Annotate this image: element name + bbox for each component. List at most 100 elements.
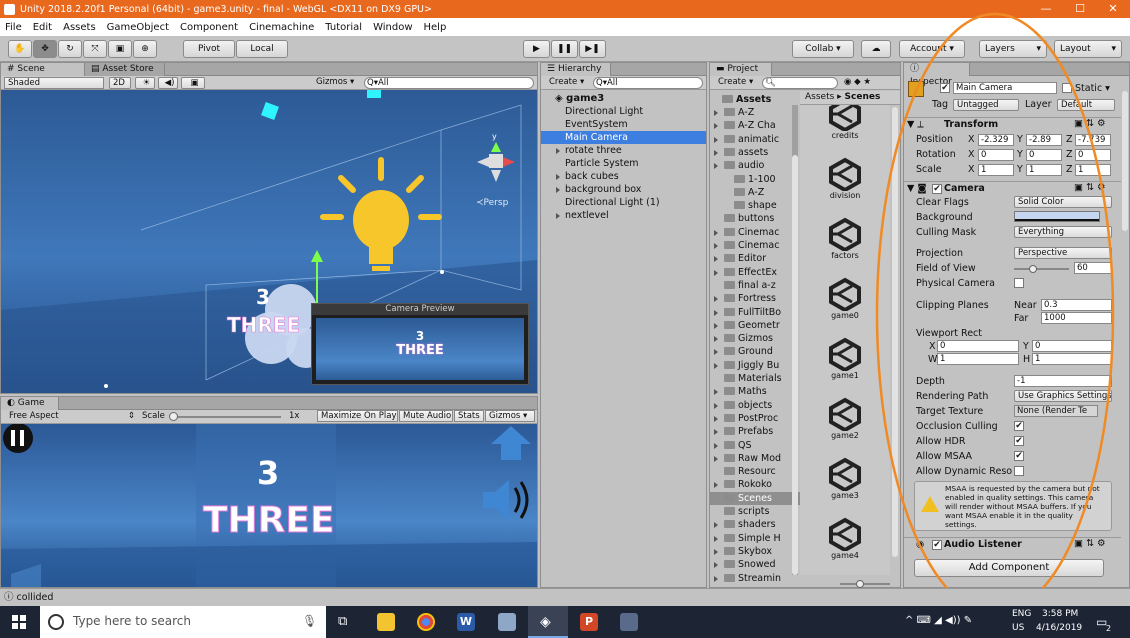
folder-tree-item[interactable]: Cinemac bbox=[710, 226, 800, 239]
foldout-arrow-icon[interactable] bbox=[714, 442, 718, 449]
axis-label-z[interactable]: Z bbox=[1066, 149, 1073, 160]
game-viewport[interactable]: 3 THREE bbox=[1, 424, 537, 587]
pause-button[interactable]: ❚❚ bbox=[551, 40, 578, 58]
foldout-arrow-icon[interactable] bbox=[714, 562, 718, 569]
occlusion-culling-checkbox[interactable]: ✔ bbox=[1014, 421, 1024, 431]
hand-tool-button[interactable]: ✋ bbox=[8, 40, 32, 58]
folder-tree-item[interactable]: Snowed bbox=[710, 558, 800, 571]
folder-tree-item[interactable]: Rokoko bbox=[710, 478, 800, 491]
menu-component[interactable]: Component bbox=[180, 22, 238, 33]
scene-asset[interactable]: game0 bbox=[800, 273, 890, 331]
cloud-button[interactable]: ☁ bbox=[861, 40, 891, 58]
folder-tree-item[interactable]: buttons bbox=[710, 212, 800, 225]
hierarchy-item[interactable]: back cubes bbox=[541, 170, 706, 183]
word-icon[interactable]: W bbox=[457, 613, 475, 631]
hierarchy-item[interactable]: Directional Light (1) bbox=[541, 196, 706, 209]
folder-tree-item[interactable]: Ground bbox=[710, 345, 800, 358]
local-toggle[interactable]: Local bbox=[236, 40, 288, 58]
axis-label-y[interactable]: Y bbox=[1017, 164, 1023, 175]
folder-tree-item[interactable]: audio bbox=[710, 159, 800, 172]
scene-asset[interactable]: credits bbox=[800, 105, 890, 151]
scene-asset[interactable]: division bbox=[800, 153, 890, 211]
foldout-arrow-icon[interactable] bbox=[714, 522, 718, 529]
transform-foldout[interactable]: ▼ ⟂ bbox=[907, 119, 924, 130]
layout-dropdown[interactable]: Layout ▾ bbox=[1054, 40, 1122, 58]
chrome-icon[interactable] bbox=[417, 613, 435, 631]
clock-date[interactable]: 4/16/2019 bbox=[1036, 623, 1082, 633]
project-filter-icons[interactable]: ◉ ◆ ★ bbox=[844, 77, 871, 87]
icon-size-slider[interactable] bbox=[840, 580, 890, 588]
audio-listener-checkbox[interactable]: ✔ bbox=[932, 540, 942, 550]
status-message[interactable]: collided bbox=[17, 592, 54, 603]
microphone-icon[interactable]: 🎙︎ bbox=[302, 614, 317, 628]
asset-scrollbar[interactable] bbox=[892, 107, 898, 557]
foldout-arrow-icon[interactable] bbox=[714, 429, 718, 436]
project-create-button[interactable]: Create ▾ bbox=[718, 77, 753, 87]
2d-toggle[interactable]: 2D bbox=[109, 77, 131, 89]
rendering-path-dropdown[interactable]: Use Graphics Settings bbox=[1014, 390, 1112, 402]
hierarchy-item[interactable]: nextlevel bbox=[541, 209, 706, 222]
foldout-arrow-icon[interactable] bbox=[714, 402, 718, 409]
stats-toggle[interactable]: Stats bbox=[454, 410, 484, 422]
folder-tree-item[interactable]: Streamin bbox=[710, 572, 800, 585]
foldout-arrow-icon[interactable] bbox=[556, 213, 560, 219]
fov-slider[interactable] bbox=[1014, 265, 1069, 273]
hierarchy-item[interactable]: background box bbox=[541, 183, 706, 196]
near-input[interactable]: 0.3 bbox=[1041, 299, 1112, 311]
axis-label-x[interactable]: X bbox=[968, 149, 975, 160]
folder-tree-item[interactable]: Geometr bbox=[710, 319, 800, 332]
play-button[interactable]: ▶ bbox=[523, 40, 550, 58]
transform-tool-button[interactable]: ⊕ bbox=[133, 40, 157, 58]
axis-label-z[interactable]: Z bbox=[1066, 134, 1073, 145]
foldout-arrow-icon[interactable] bbox=[714, 309, 718, 316]
audio-listener-menu-icons[interactable]: ▣ ⇅ ⚙ bbox=[1074, 538, 1106, 549]
axis-label-z[interactable]: Z bbox=[1066, 164, 1073, 175]
pause-overlay-button[interactable] bbox=[3, 424, 33, 453]
projection-dropdown[interactable]: Perspective bbox=[1014, 247, 1112, 259]
foldout-arrow-icon[interactable] bbox=[714, 575, 718, 582]
foldout-arrow-icon[interactable] bbox=[714, 362, 718, 369]
allow-hdr-checkbox[interactable]: ✔ bbox=[1014, 436, 1024, 446]
folder-tree-item[interactable]: Maths bbox=[710, 385, 800, 398]
transform-z-input[interactable]: 1 bbox=[1075, 164, 1111, 176]
folder-tree-item[interactable]: Scenes bbox=[710, 491, 800, 505]
gameobject-active-checkbox[interactable]: ✔ bbox=[940, 83, 950, 93]
clock-time[interactable]: 3:58 PM bbox=[1042, 609, 1078, 619]
transform-x-input[interactable]: -2.329 bbox=[978, 134, 1014, 146]
scene-asset[interactable]: game1 bbox=[800, 333, 890, 391]
target-texture-field[interactable]: None (Render Te bbox=[1014, 405, 1098, 417]
folder-tree-item[interactable]: Fortress bbox=[710, 292, 800, 305]
gameobject-name-input[interactable]: Main Camera bbox=[953, 82, 1057, 94]
foldout-arrow-icon[interactable] bbox=[714, 229, 718, 236]
depth-input[interactable]: -1 bbox=[1014, 375, 1112, 387]
aspect-dropdown-arrow[interactable]: ⇕ bbox=[128, 411, 135, 421]
viewport-w-input[interactable]: 1 bbox=[937, 353, 1019, 365]
breadcrumb-scenes[interactable]: Scenes bbox=[845, 92, 881, 102]
foldout-arrow-icon[interactable] bbox=[714, 548, 718, 555]
foldout-arrow-icon[interactable] bbox=[556, 148, 560, 154]
background-color-swatch[interactable] bbox=[1014, 211, 1100, 222]
app-icon[interactable] bbox=[498, 613, 516, 631]
file-explorer-icon[interactable] bbox=[377, 613, 395, 631]
audio-toggle[interactable]: ◀) bbox=[158, 77, 178, 89]
folder-tree-item[interactable]: Resourc bbox=[710, 465, 800, 478]
axis-label-y[interactable]: Y bbox=[1017, 149, 1023, 160]
account-dropdown[interactable]: Account ▾ bbox=[899, 40, 965, 58]
folder-tree-item[interactable]: final a-z bbox=[710, 279, 800, 292]
transform-y-input[interactable]: -2.89 bbox=[1026, 134, 1062, 146]
foldout-arrow-icon[interactable] bbox=[714, 110, 718, 116]
viewport-y-input[interactable]: 0 bbox=[1032, 340, 1112, 352]
folder-tree-item[interactable]: shaders bbox=[710, 518, 800, 531]
viewport-x-input[interactable]: 0 bbox=[937, 340, 1019, 352]
hierarchy-create-button[interactable]: Create ▾ bbox=[549, 77, 584, 87]
folder-tree-item[interactable]: A-Z bbox=[710, 186, 800, 199]
foldout-arrow-icon[interactable] bbox=[714, 322, 718, 329]
scene-asset[interactable]: game4 bbox=[800, 513, 890, 571]
foldout-arrow-icon[interactable] bbox=[714, 269, 718, 276]
menu-gameobject[interactable]: GameObject bbox=[107, 22, 169, 33]
aspect-dropdown[interactable]: Free Aspect bbox=[9, 411, 59, 421]
fov-input[interactable]: 60 bbox=[1074, 262, 1112, 274]
menu-assets[interactable]: Assets bbox=[63, 22, 96, 33]
scene-gizmos-dropdown[interactable]: Gizmos ▾ bbox=[316, 77, 354, 87]
tab-inspector[interactable]: ⓘ Inspector bbox=[904, 63, 970, 87]
